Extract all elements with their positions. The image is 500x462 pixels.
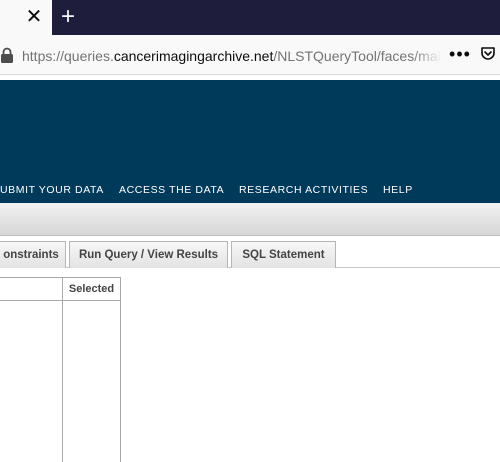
new-tab-icon[interactable]: +: [56, 4, 80, 30]
site-header: UBMIT YOUR DATA ACCESS THE DATA RESEARCH…: [0, 80, 500, 203]
browser-tab-strip: ✕ +: [0, 0, 500, 35]
nav-help[interactable]: HELP: [383, 182, 413, 198]
close-tab-icon[interactable]: ✕: [24, 6, 44, 28]
table-column-divider: [62, 278, 63, 462]
selected-column-header: Selected: [68, 283, 115, 295]
url-domain: cancerimagingarchive.net: [113, 48, 274, 64]
criteria-table: Selected: [0, 277, 121, 462]
tab-content-panel: Selected: [0, 269, 500, 462]
url-fade: [412, 46, 442, 66]
url-field[interactable]: https://queries.cancerimagingarchive.net…: [22, 46, 442, 66]
table-header-divider: [0, 300, 120, 301]
page-actions-menu-icon[interactable]: •••: [448, 44, 472, 64]
tab-sql-statement[interactable]: SQL Statement: [231, 241, 336, 268]
lock-icon: [1, 47, 13, 63]
url-prefix: https://queries.: [22, 48, 114, 64]
query-tabs: onstraints Run Query / View Results SQL …: [0, 236, 500, 268]
pocket-icon[interactable]: [480, 45, 496, 63]
nav-submit-your-data[interactable]: UBMIT YOUR DATA: [0, 182, 104, 198]
tab-run-query-view-results[interactable]: Run Query / View Results: [69, 241, 228, 268]
toolbar-strip: [0, 203, 500, 236]
browser-active-tab[interactable]: ✕: [0, 0, 52, 35]
browser-nav-bar: https://queries.cancerimagingarchive.net…: [0, 35, 500, 75]
nav-access-the-data[interactable]: ACCESS THE DATA: [119, 182, 224, 198]
tab-constraints[interactable]: onstraints: [0, 241, 66, 268]
nav-research-activities[interactable]: RESEARCH ACTIVITIES: [239, 182, 368, 198]
